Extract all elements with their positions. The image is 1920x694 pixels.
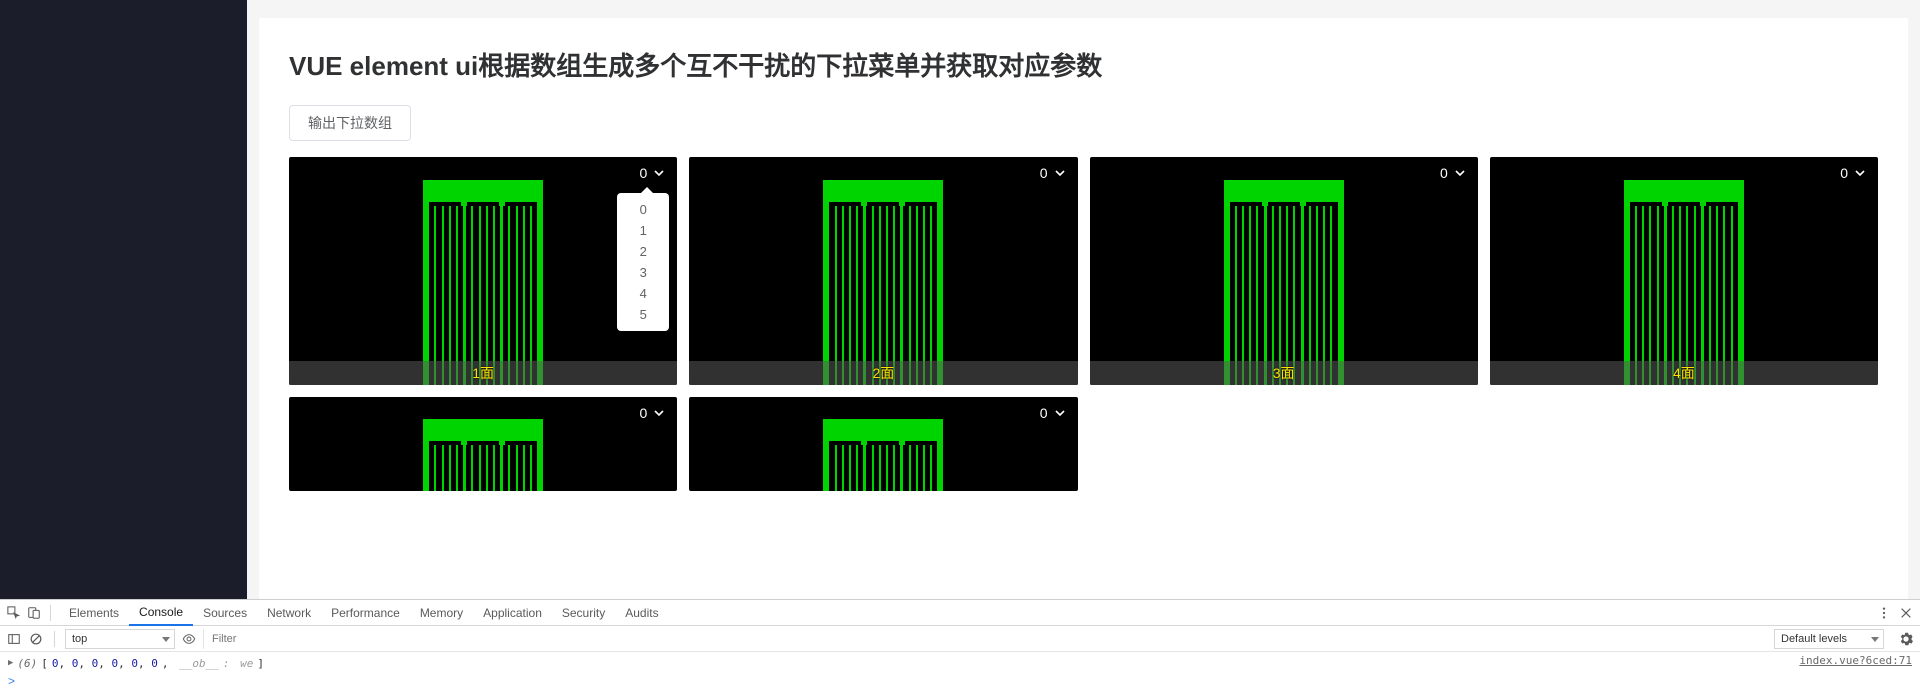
devtools-tabbar: ElementsConsoleSourcesNetworkPerformance…	[0, 600, 1920, 626]
panel-tile: 00123451面	[289, 157, 677, 385]
chevron-down-icon	[1454, 167, 1466, 179]
chevron-down-icon	[653, 407, 665, 419]
panel-tile: 0 3面	[1090, 157, 1478, 385]
devtools-tab-application[interactable]: Application	[473, 600, 552, 626]
kebab-menu-icon[interactable]	[1876, 605, 1892, 621]
page-title: VUE element ui根据数组生成多个互不干扰的下拉菜单并获取对应参数	[289, 18, 1878, 83]
tile-selected-value: 0	[1440, 165, 1448, 181]
console-settings-icon[interactable]	[1898, 631, 1914, 647]
tile-selected-value: 0	[639, 165, 647, 181]
devtools-tab-console[interactable]: Console	[129, 600, 193, 626]
dropdown-option[interactable]: 5	[617, 304, 669, 325]
tile-grid: 00123451面02面03面04面00	[289, 157, 1878, 491]
tile-dropdown-trigger[interactable]: 0	[639, 405, 665, 421]
tile-footer: 2面	[689, 361, 1077, 385]
content-area: VUE element ui根据数组生成多个互不干扰的下拉菜单并获取对应参数 输…	[247, 0, 1920, 599]
tile-footer: 3面	[1090, 361, 1478, 385]
tile-dropdown-trigger[interactable]: 0	[639, 165, 665, 181]
devtools-tab-network[interactable]: Network	[257, 600, 321, 626]
clear-console-icon[interactable]	[28, 631, 44, 647]
devtools-tab-sources[interactable]: Sources	[193, 600, 257, 626]
panel-tile: 0 4面	[1490, 157, 1878, 385]
observer-key: __ob__	[179, 657, 219, 670]
tile-footer-label: 4面	[1673, 363, 1695, 383]
devtools-tab-elements[interactable]: Elements	[59, 600, 129, 626]
console-output: ▶ (6) [ 0, 0, 0, 0, 0, 0 , __ob__ : we ]…	[0, 652, 1920, 674]
output-array-button[interactable]: 输出下拉数组	[289, 105, 411, 141]
dropdown-option[interactable]: 4	[617, 283, 669, 304]
tile-selected-value: 0	[1040, 165, 1048, 181]
panel-tile: 0	[689, 397, 1077, 491]
chevron-down-icon	[1854, 167, 1866, 179]
tile-selected-value: 0	[1040, 405, 1048, 421]
tile-footer: 1面	[289, 361, 677, 385]
devtools-tab-security[interactable]: Security	[552, 600, 615, 626]
log-levels-select[interactable]: Default levels	[1774, 629, 1884, 649]
context-select[interactable]: top	[65, 629, 175, 649]
tile-dropdown-trigger[interactable]: 0	[1840, 165, 1866, 181]
separator	[50, 605, 51, 621]
separator	[54, 631, 55, 647]
toggle-sidebar-icon[interactable]	[6, 631, 22, 647]
expand-triangle-icon[interactable]: ▶	[8, 658, 13, 668]
tile-footer-label: 3面	[1273, 363, 1295, 383]
device-toggle-icon[interactable]	[26, 605, 42, 621]
chevron-down-icon	[1054, 167, 1066, 179]
tile-dropdown-menu: 012345	[617, 193, 669, 331]
live-expression-icon[interactable]	[181, 631, 197, 647]
console-filter-input[interactable]	[203, 629, 623, 649]
tile-footer-label: 1面	[472, 363, 494, 383]
log-value: 0	[151, 657, 158, 670]
close-devtools-icon[interactable]	[1898, 605, 1914, 621]
console-prompt[interactable]: >	[0, 674, 1920, 694]
devtools-tab-audits[interactable]: Audits	[615, 600, 668, 626]
tile-footer-label: 2面	[872, 363, 894, 383]
console-source-link[interactable]: index.vue?6ced:71	[1799, 654, 1912, 667]
log-value: 0	[52, 657, 59, 670]
inspect-icon[interactable]	[6, 605, 22, 621]
devtools-panel: ElementsConsoleSourcesNetworkPerformance…	[0, 599, 1920, 694]
log-length-prefix: (6)	[17, 657, 37, 670]
console-toolbar: top Default levels	[0, 626, 1920, 652]
tile-selected-value: 0	[639, 405, 647, 421]
chevron-down-icon	[653, 167, 665, 179]
panel-tile: 0	[289, 397, 677, 491]
tile-selected-value: 0	[1840, 165, 1848, 181]
chevron-down-icon	[1054, 407, 1066, 419]
card: VUE element ui根据数组生成多个互不干扰的下拉菜单并获取对应参数 输…	[259, 18, 1908, 599]
dropdown-option[interactable]: 0	[617, 199, 669, 220]
observer-value: we	[240, 657, 253, 670]
dropdown-option[interactable]: 3	[617, 262, 669, 283]
devtools-tab-performance[interactable]: Performance	[321, 600, 410, 626]
tile-dropdown-trigger[interactable]: 0	[1440, 165, 1466, 181]
left-sidebar	[0, 0, 247, 599]
devtools-tab-memory[interactable]: Memory	[410, 600, 473, 626]
dropdown-option[interactable]: 2	[617, 241, 669, 262]
console-log-row[interactable]: ▶ (6) [ 0, 0, 0, 0, 0, 0 , __ob__ : we ]	[8, 654, 1914, 672]
tile-dropdown-trigger[interactable]: 0	[1040, 405, 1066, 421]
tile-dropdown-trigger[interactable]: 0	[1040, 165, 1066, 181]
tile-footer: 4面	[1490, 361, 1878, 385]
panel-tile: 0 2面	[689, 157, 1077, 385]
dropdown-option[interactable]: 1	[617, 220, 669, 241]
